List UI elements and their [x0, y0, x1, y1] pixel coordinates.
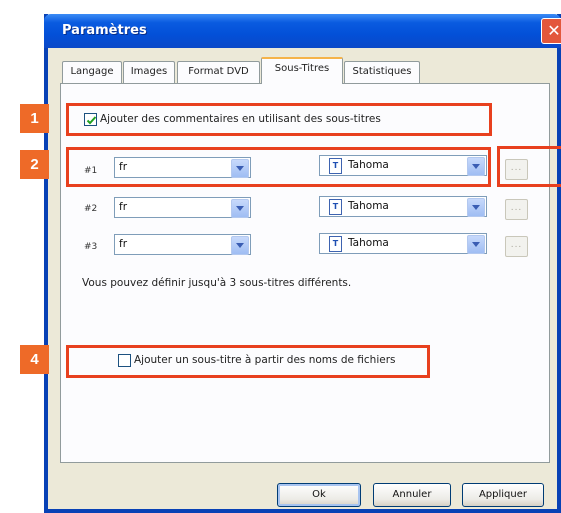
info-text: Vous pouvez définir jusqu'à 3 sous-titre…: [82, 277, 352, 289]
callout-box-1: [66, 103, 492, 136]
chevron-down-icon[interactable]: [467, 235, 485, 254]
tab-panel: [60, 83, 550, 463]
language-value: fr: [119, 201, 128, 213]
apply-button[interactable]: Appliquer: [462, 483, 544, 507]
font-select-3[interactable]: T Tahoma: [319, 233, 487, 254]
font-value: Tahoma: [348, 237, 389, 249]
tab-statistiques[interactable]: Statistiques: [344, 61, 420, 83]
font-value: Tahoma: [348, 200, 389, 212]
callout-box-2-options: [497, 146, 561, 187]
chevron-down-icon[interactable]: [467, 198, 485, 217]
callout-box-2: [66, 147, 491, 187]
close-button[interactable]: ✕: [541, 18, 561, 44]
font-options-button-2[interactable]: ...: [505, 199, 528, 220]
callout-badge-1: 1: [20, 104, 49, 133]
font-options-button-3[interactable]: ...: [505, 236, 528, 257]
tab-sous-titres[interactable]: Sous-Titres: [261, 57, 343, 84]
tab-format-dvd[interactable]: Format DVD: [177, 61, 260, 83]
tab-images[interactable]: Images: [123, 61, 175, 83]
font-select-2[interactable]: T Tahoma: [319, 196, 487, 217]
tab-langage[interactable]: Langage: [62, 61, 122, 83]
font-icon: T: [329, 199, 342, 215]
chevron-down-icon[interactable]: [231, 199, 249, 218]
dialog-title: Paramètres: [62, 23, 147, 38]
callout-box-4: [66, 345, 430, 378]
chevron-down-icon[interactable]: [231, 236, 249, 255]
language-select-2[interactable]: fr: [114, 197, 251, 218]
cancel-button[interactable]: Annuler: [373, 483, 451, 507]
language-select-3[interactable]: fr: [114, 234, 251, 255]
subtitle-number: #2: [84, 204, 98, 214]
subtitle-number: #3: [84, 242, 98, 252]
callout-badge-2: 2: [20, 150, 49, 179]
language-value: fr: [119, 238, 128, 250]
ok-button[interactable]: Ok: [277, 483, 361, 507]
callout-badge-4: 4: [20, 345, 49, 374]
font-icon: T: [329, 236, 342, 252]
